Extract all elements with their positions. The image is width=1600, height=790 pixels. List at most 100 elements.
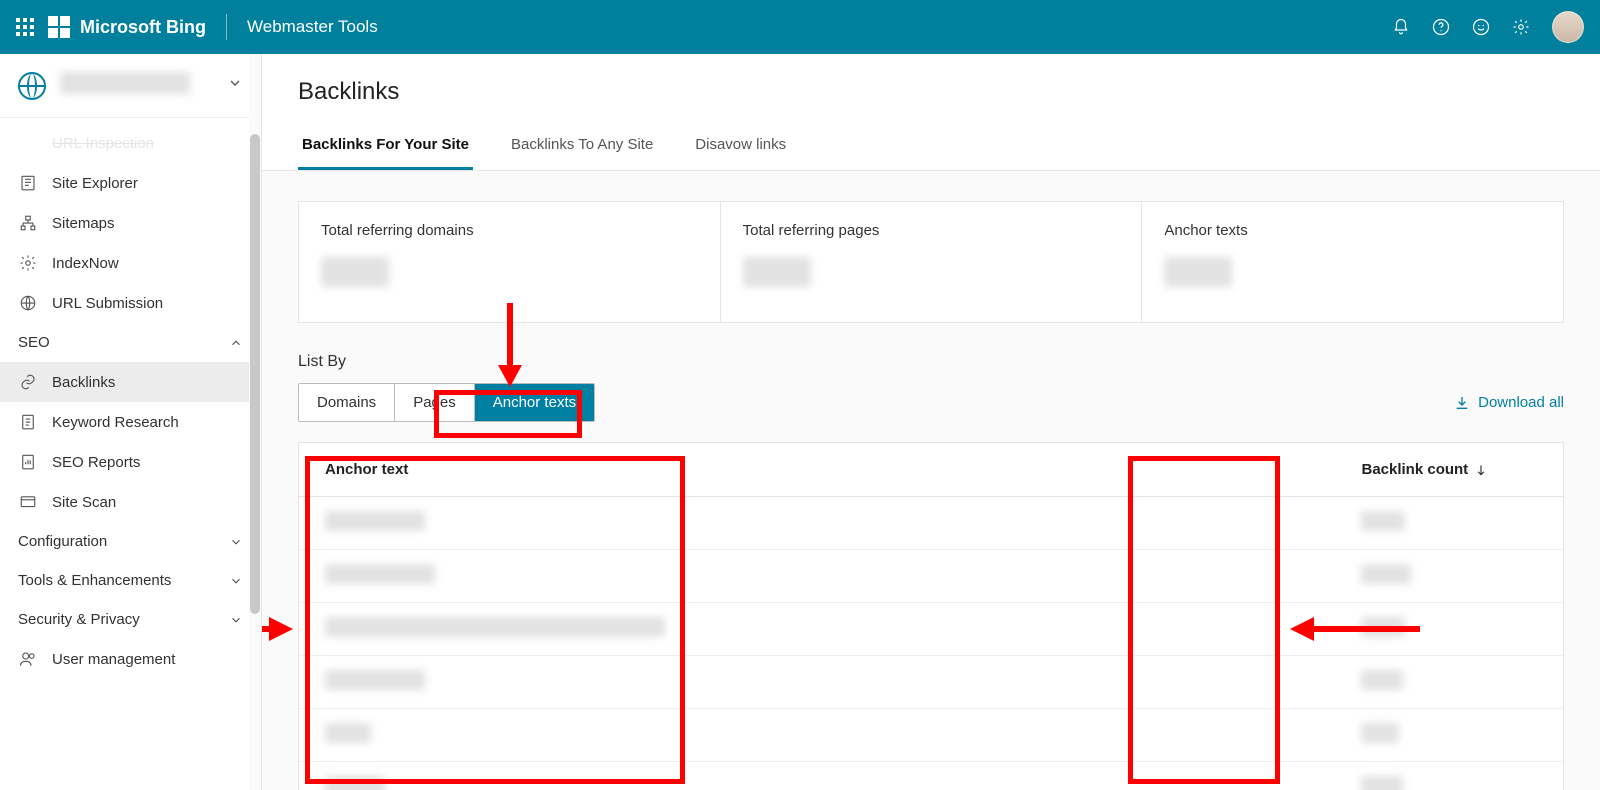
globe-small-icon (18, 294, 38, 312)
cell-count (1335, 550, 1563, 602)
brand-text: Microsoft Bing (80, 17, 206, 38)
stat-referring-domains: Total referring domains (299, 202, 721, 322)
cell-count (1335, 656, 1563, 708)
nav-item-sitemaps[interactable]: Sitemaps (0, 203, 261, 243)
nav-group-tools[interactable]: Tools & Enhancements (0, 561, 261, 600)
explorer-icon (18, 174, 38, 192)
page-title: Backlinks (298, 78, 1564, 106)
listby-anchor-button[interactable]: Anchor texts (475, 384, 594, 421)
feedback-icon[interactable] (1472, 18, 1490, 36)
stats-row: Total referring domains Total referring … (298, 201, 1564, 323)
scan-icon (18, 493, 38, 511)
stat-label: Total referring pages (743, 222, 1120, 239)
anchor-table: Anchor text Backlink count (298, 442, 1564, 790)
table-row[interactable] (299, 603, 1563, 656)
cell-anchor (299, 603, 1032, 655)
annotation-arrow-right (262, 613, 297, 645)
chevron-down-icon (229, 574, 243, 588)
stat-value-blurred (321, 257, 389, 287)
nav-item-backlinks[interactable]: Backlinks (0, 362, 261, 402)
microsoft-logo-icon (48, 16, 70, 38)
stat-value-blurred (743, 257, 811, 287)
topbar: Microsoft Bing Webmaster Tools (0, 0, 1600, 54)
cell-count (1335, 497, 1563, 549)
site-picker[interactable] (0, 54, 261, 118)
nav-label: Backlinks (52, 374, 115, 391)
nav-group-seo[interactable]: SEO (0, 323, 261, 362)
col-count-header[interactable]: Backlink count (1335, 443, 1563, 496)
nav-item-truncated[interactable]: URL Inspection (0, 124, 261, 163)
table-row[interactable] (299, 762, 1563, 790)
col-anchor-header[interactable]: Anchor text (299, 443, 1032, 496)
chevron-down-icon (227, 75, 243, 96)
tab-disavow[interactable]: Disavow links (691, 126, 790, 170)
nav-item-user-management[interactable]: User management (0, 639, 261, 679)
cell-anchor (299, 550, 1032, 602)
stat-label: Anchor texts (1164, 222, 1541, 239)
avatar[interactable] (1552, 11, 1584, 43)
stat-anchor-texts: Anchor texts (1142, 202, 1563, 322)
help-icon[interactable] (1432, 18, 1450, 36)
stat-referring-pages: Total referring pages (721, 202, 1143, 322)
nav-item-seo-reports[interactable]: SEO Reports (0, 442, 261, 482)
site-name-blurred (60, 72, 190, 94)
nav-item-indexnow[interactable]: IndexNow (0, 243, 261, 283)
download-all-button[interactable]: Download all (1454, 394, 1564, 411)
table-row[interactable] (299, 709, 1563, 762)
sidebar: URL Inspection Site Explorer Sitemaps In… (0, 54, 262, 790)
cell-anchor (299, 709, 1032, 761)
cell-anchor (299, 497, 1032, 549)
cell-count (1335, 762, 1563, 790)
table-row[interactable] (299, 656, 1563, 709)
users-icon (18, 650, 38, 668)
cell-count (1335, 709, 1563, 761)
sort-desc-icon (1474, 463, 1488, 477)
gear-icon (18, 254, 38, 272)
nav-label: User management (52, 651, 175, 668)
cell-count (1335, 603, 1563, 655)
settings-icon[interactable] (1512, 18, 1530, 36)
nav-item-keyword-research[interactable]: Keyword Research (0, 402, 261, 442)
listby-pages-button[interactable]: Pages (395, 384, 475, 421)
chevron-down-icon (229, 535, 243, 549)
divider (226, 14, 227, 40)
tab-backlinks-any-site[interactable]: Backlinks To Any Site (507, 126, 657, 170)
cell-anchor (299, 656, 1032, 708)
nav-group-configuration[interactable]: Configuration (0, 522, 261, 561)
stat-value-blurred (1164, 257, 1232, 287)
app-launcher-icon[interactable] (16, 18, 34, 36)
nav-label: Site Scan (52, 494, 116, 511)
cell-anchor (299, 762, 1032, 790)
link-icon (18, 373, 38, 391)
listby-label: List By (298, 353, 1564, 371)
chevron-down-icon (229, 613, 243, 627)
nav: URL Inspection Site Explorer Sitemaps In… (0, 118, 261, 679)
nav-label: Sitemaps (52, 215, 115, 232)
nav-label: URL Submission (52, 295, 163, 312)
stat-label: Total referring domains (321, 222, 698, 239)
table-row[interactable] (299, 497, 1563, 550)
product-name: Webmaster Tools (247, 17, 378, 37)
notifications-icon[interactable] (1392, 18, 1410, 36)
nav-item-site-scan[interactable]: Site Scan (0, 482, 261, 522)
nav-label: Site Explorer (52, 175, 138, 192)
main: Backlinks Backlinks For Your Site Backli… (262, 54, 1600, 790)
nav-label: SEO Reports (52, 454, 140, 471)
download-icon (1454, 395, 1470, 411)
nav-label: IndexNow (52, 255, 119, 272)
listby-segmented: Domains Pages Anchor texts (298, 383, 595, 422)
nav-label: Keyword Research (52, 414, 179, 431)
report-icon (18, 453, 38, 471)
table-row[interactable] (299, 550, 1563, 603)
tab-backlinks-your-site[interactable]: Backlinks For Your Site (298, 126, 473, 170)
chevron-up-icon (229, 336, 243, 350)
sidebar-scrollbar[interactable] (249, 54, 261, 790)
globe-icon (18, 72, 46, 100)
nav-item-url-submission[interactable]: URL Submission (0, 283, 261, 323)
doc-icon (18, 413, 38, 431)
tabs: Backlinks For Your Site Backlinks To Any… (298, 126, 1564, 170)
nav-item-site-explorer[interactable]: Site Explorer (0, 163, 261, 203)
brand-block[interactable]: Microsoft Bing (48, 16, 206, 38)
listby-domains-button[interactable]: Domains (299, 384, 395, 421)
nav-group-security[interactable]: Security & Privacy (0, 600, 261, 639)
